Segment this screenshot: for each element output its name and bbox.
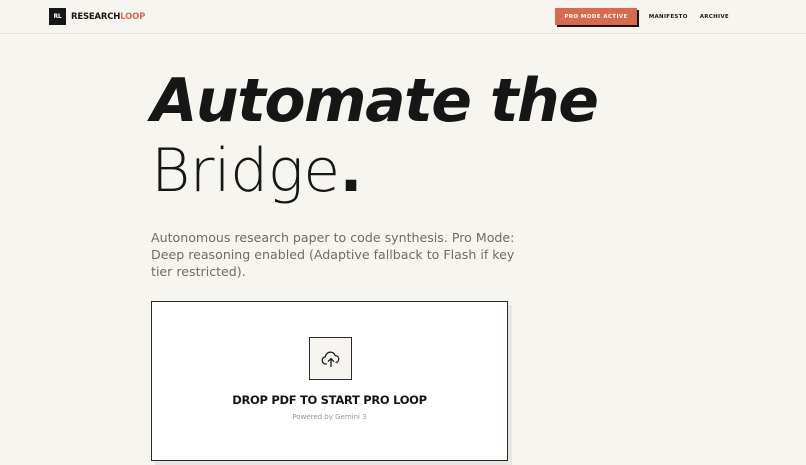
hero-title-line2-text: Bridge <box>151 136 340 206</box>
top-navigation-bar: RL RESEARCH LOOP PRO MODE ACTIVE MANIFEST… <box>0 0 806 34</box>
hero-title: Automate the Bridge. <box>151 66 599 206</box>
cloud-upload-icon <box>321 351 339 367</box>
powered-by-text: Powered by Gemini 3 <box>292 413 367 421</box>
hero-title-line2: Bridge. <box>151 136 597 206</box>
nav-link-archive[interactable]: ARCHIVE <box>700 14 729 20</box>
hero-title-dot: . <box>339 136 363 206</box>
pro-mode-active-button[interactable]: PRO MODE ACTIVE <box>555 8 637 25</box>
upload-icon-box[interactable] <box>309 337 352 380</box>
hero-subtitle: Autonomous research paper to code synthe… <box>151 229 515 279</box>
dropzone-label: DROP PDF TO START PRO LOOP <box>232 393 427 407</box>
logo-text-primary: RESEARCH <box>71 11 121 22</box>
logo[interactable]: RL RESEARCH LOOP <box>49 8 145 25</box>
logo-text: RESEARCH LOOP <box>71 12 145 22</box>
hero-title-line1: Automate the <box>151 66 599 136</box>
main-nav: PRO MODE ACTIVE MANIFESTO ARCHIVE <box>555 8 729 25</box>
pdf-dropzone[interactable]: DROP PDF TO START PRO LOOP Powered by Ge… <box>151 301 508 461</box>
logo-mark-icon: RL <box>49 8 66 25</box>
logo-text-accent: LOOP <box>120 11 146 22</box>
nav-link-manifesto[interactable]: MANIFESTO <box>649 14 688 20</box>
